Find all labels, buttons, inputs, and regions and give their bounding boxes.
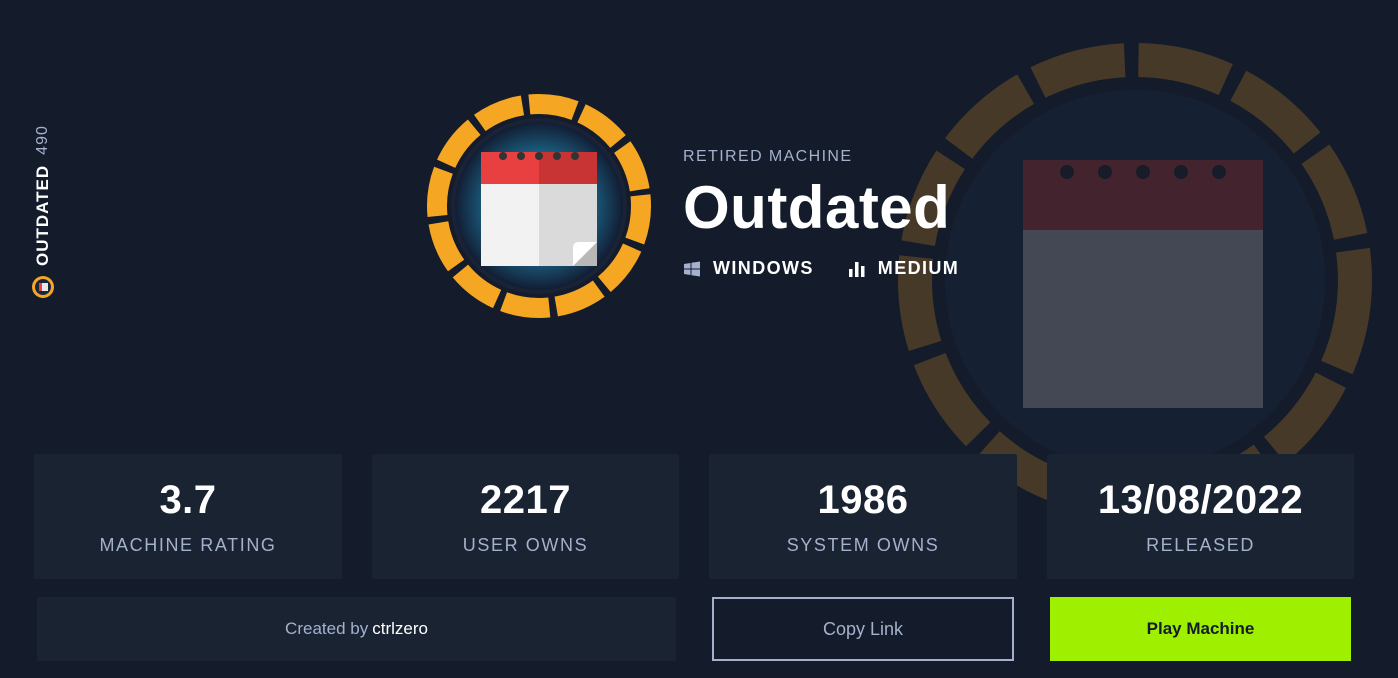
stat-value: 2217 (480, 477, 571, 522)
stat-system-owns: 1986 SYSTEM OWNS (709, 454, 1017, 579)
os-info: WINDOWS (683, 258, 814, 279)
stat-machine-rating: 3.7 MACHINE RATING (34, 454, 342, 579)
side-machine-label: OUTDATED 490 (22, 108, 56, 298)
machine-badge-icon (32, 276, 54, 298)
stat-user-owns: 2217 USER OWNS (372, 454, 679, 579)
creator-link[interactable]: ctrlzero (372, 619, 428, 639)
machine-profile-page: OUTDATED 490 RETIRED MACHINE Outdated WI… (0, 0, 1398, 678)
stat-value: 3.7 (159, 477, 217, 522)
stat-value: 1986 (817, 477, 909, 522)
machine-avatar (427, 94, 651, 318)
created-by-label: Created by (285, 619, 369, 638)
side-machine-number: 490 (34, 125, 51, 155)
machine-header: RETIRED MACHINE Outdated WINDOWS MEDIUM (683, 148, 959, 279)
avatar-watermark (898, 43, 1372, 517)
difficulty-label: MEDIUM (877, 258, 960, 278)
os-label: WINDOWS (713, 258, 814, 278)
stat-released: 13/08/2022 RELEASED (1047, 454, 1354, 579)
calendar-icon (481, 152, 597, 266)
stat-label: MACHINE RATING (99, 534, 277, 555)
machine-meta: WINDOWS MEDIUM (683, 258, 959, 279)
windows-icon (684, 261, 700, 276)
copy-link-button[interactable]: Copy Link (712, 597, 1014, 661)
side-machine-name: OUTDATED (33, 164, 52, 266)
difficulty-info: MEDIUM (848, 258, 959, 279)
stat-label: RELEASED (1146, 534, 1255, 555)
stat-label: SYSTEM OWNS (786, 534, 940, 555)
machine-status: RETIRED MACHINE (683, 148, 853, 165)
difficulty-bars-icon (848, 261, 865, 277)
creator-info: Created by ctrlzero (37, 597, 676, 661)
stat-value: 13/08/2022 (1097, 477, 1304, 522)
play-machine-button[interactable]: Play Machine (1050, 597, 1351, 661)
stat-label: USER OWNS (462, 534, 589, 555)
page-title: Outdated (683, 174, 951, 241)
